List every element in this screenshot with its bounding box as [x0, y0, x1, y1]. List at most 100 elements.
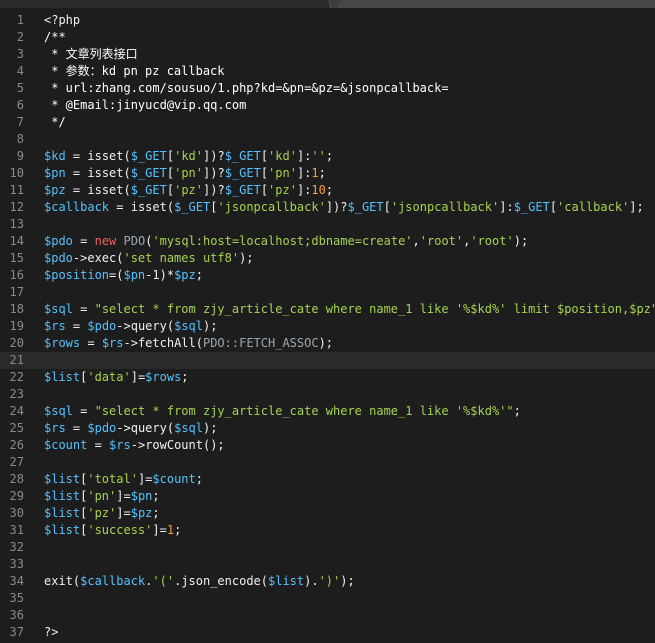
code-line[interactable]: 31 $list['success']=1;: [0, 522, 655, 539]
code-token: * url:zhang.com/sousuo/1.php?kd=&pn=&pz=…: [44, 81, 449, 95]
line-number: 14: [9, 234, 24, 248]
line-number: 8: [16, 132, 24, 146]
tab-bar: [0, 0, 655, 8]
line-number: 26: [9, 438, 24, 452]
code-token: * 参数：kd pn pz callback: [44, 64, 225, 78]
code-token: 'mysql:host=localhost;dbname=create': [152, 234, 413, 248]
code-token: $_GET: [224, 149, 261, 163]
code-token: );: [340, 574, 355, 588]
code-line[interactable]: 12 $callback = isset($_GET['jsonpcallback…: [0, 199, 655, 216]
code-token: [: [260, 183, 269, 197]
code-token: $pdo: [44, 251, 73, 265]
line-number: 11: [9, 183, 24, 197]
code-line[interactable]: 18 $sql = "select * from zjy_article_cate…: [0, 301, 655, 318]
code-text: $position=($pn-1)*$pz;: [44, 267, 203, 284]
code-line[interactable]: 3 * 文章列表接口: [0, 46, 655, 63]
code-line[interactable]: 13: [0, 216, 655, 233]
code-line[interactable]: 19 $rs = $pdo->query($sql);: [0, 318, 655, 335]
line-number: 9: [16, 149, 24, 163]
editor-tab[interactable]: [338, 0, 655, 8]
code-token: [: [166, 183, 175, 197]
code-token: $list: [44, 489, 81, 503]
code-token: [: [260, 166, 269, 180]
code-line[interactable]: 4 * 参数：kd pn pz callback: [0, 63, 655, 80]
code-token: =: [65, 421, 88, 435]
line-number: 12: [9, 200, 24, 214]
code-token: 10: [311, 183, 326, 197]
line-number: 20: [9, 336, 24, 350]
code-token: =(: [109, 268, 124, 282]
code-editor[interactable]: 1 <?php 2/** 3 * 文章列表接口 4 * 参数：kd pn pz call…: [0, 8, 655, 643]
code-token: $list: [268, 574, 305, 588]
code-line[interactable]: 21: [0, 352, 655, 369]
code-token: $_GET: [130, 166, 167, 180]
line-number: 23: [9, 387, 24, 401]
code-text: exit($callback.'('.json_encode($list).')…: [44, 573, 355, 590]
code-line[interactable]: 14 $pdo = new PDO('mysql:host=localhost;d…: [0, 233, 655, 250]
code-line[interactable]: 30 $list['pz']=$pz;: [0, 505, 655, 522]
line-number: 4: [16, 64, 24, 78]
code-token: isset(: [130, 200, 175, 214]
code-token: fetchAll(: [137, 336, 203, 350]
line-number: 36: [9, 608, 24, 622]
code-line[interactable]: 7 */: [0, 114, 655, 131]
line-number: 21: [9, 353, 24, 367]
code-line[interactable]: 28 $list['total']=$count;: [0, 471, 655, 488]
code-token: 'pz': [268, 183, 297, 197]
code-token: );: [203, 421, 218, 435]
code-line[interactable]: 36: [0, 607, 655, 624]
line-number: 6: [16, 98, 24, 112]
code-line[interactable]: 37 ?>: [0, 624, 655, 641]
line-number: 2: [16, 30, 24, 44]
code-line[interactable]: 32: [0, 539, 655, 556]
code-line[interactable]: 9 $kd = isset($_GET['kd'])?$_GET['kd']:''…: [0, 148, 655, 165]
code-token: ;: [174, 523, 182, 537]
code-token: ]:: [296, 183, 312, 197]
code-line[interactable]: 10 $pn = isset($_GET['pn'])?$_GET['pn']:1…: [0, 165, 655, 182]
line-number: 10: [9, 166, 24, 180]
line-number: 30: [9, 506, 24, 520]
code-line[interactable]: 22 $list['data']=$rows;: [0, 369, 655, 386]
code-line[interactable]: 26 $count = $rs->rowCount();: [0, 437, 655, 454]
code-token: isset(: [87, 166, 131, 180]
code-token: $pdo: [44, 234, 73, 248]
code-line[interactable]: 15 $pdo->exec('set names utf8');: [0, 250, 655, 267]
code-line[interactable]: 35: [0, 590, 655, 607]
code-line[interactable]: 5 * url:zhang.com/sousuo/1.php?kd=&pn=&p…: [0, 80, 655, 97]
code-token: ]=: [152, 523, 167, 537]
code-line[interactable]: 11 $pz = isset($_GET['pz'])?$_GET['pz']:1…: [0, 182, 655, 199]
code-token: $rs: [44, 421, 66, 435]
code-line[interactable]: 24 $sql = "select * from zjy_article_cate…: [0, 403, 655, 420]
code-token: exec(: [87, 251, 124, 265]
code-token: 'root': [419, 234, 464, 248]
code-token: $list: [44, 506, 81, 520]
code-line[interactable]: 8: [0, 131, 655, 148]
code-token: $_GET: [224, 166, 261, 180]
code-line[interactable]: 20 $rows = $rs->fetchAll(PDO::FETCH_ASSOC…: [0, 335, 655, 352]
code-line[interactable]: 23: [0, 386, 655, 403]
line-number: 25: [9, 421, 24, 435]
code-token: * @Email:jinyucd@vip.qq.com: [44, 98, 247, 112]
code-line[interactable]: 25 $rs = $pdo->query($sql);: [0, 420, 655, 437]
code-line[interactable]: 34 exit($callback.'('.json_encode($list).…: [0, 573, 655, 590]
code-token: ;: [318, 166, 326, 180]
code-line[interactable]: 16 $position=($pn-1)*$pz;: [0, 267, 655, 284]
code-line[interactable]: 27: [0, 454, 655, 471]
code-text: * 文章列表接口: [44, 46, 137, 63]
code-token: $_GET: [347, 200, 384, 214]
code-token: PDO::FETCH_ASSOC: [202, 336, 319, 350]
code-line[interactable]: 2 /**: [0, 29, 655, 46]
code-line[interactable]: 29 $list['pn']=$pn;: [0, 488, 655, 505]
code-token: 'success': [87, 523, 153, 537]
code-line[interactable]: 17: [0, 284, 655, 301]
code-line[interactable]: 33: [0, 556, 655, 573]
code-token: 1: [166, 523, 175, 537]
code-token: 'pn': [174, 166, 203, 180]
code-line[interactable]: 1 <?php: [0, 12, 655, 29]
code-line[interactable]: 6 * @Email:jinyucd@vip.qq.com: [0, 97, 655, 114]
code-token: $pdo: [87, 319, 117, 333]
code-token: ]=: [116, 489, 131, 503]
code-token: );: [203, 319, 218, 333]
editor-tab-active[interactable]: [0, 0, 331, 8]
code-token: $list: [44, 523, 81, 537]
